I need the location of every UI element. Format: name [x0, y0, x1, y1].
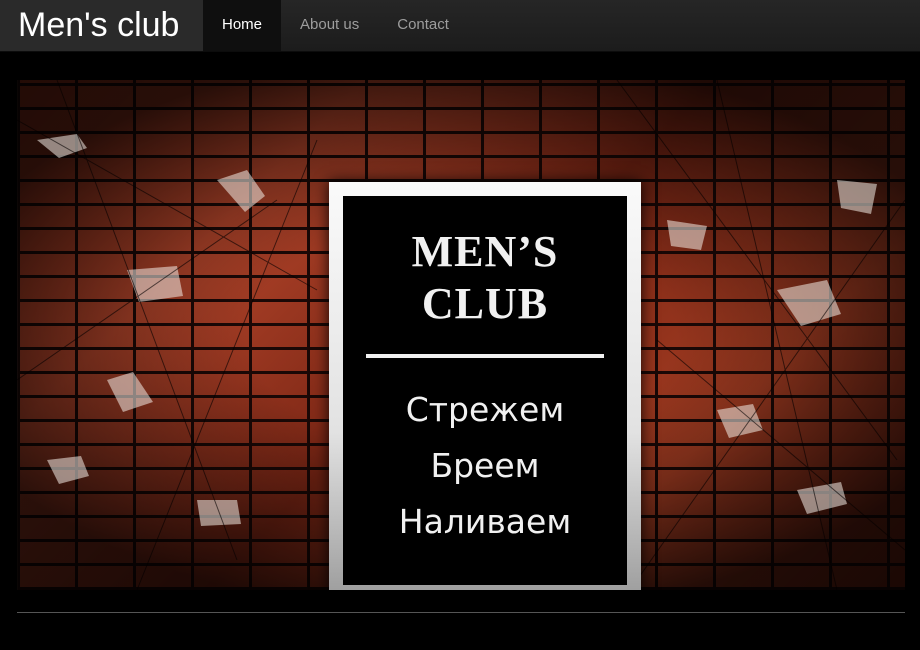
sign-service-line: Наливаем	[398, 502, 572, 541]
club-sign-frame: MEN’S CLUB Стрежем Бреем Наливаем	[329, 182, 641, 590]
sign-service-line: Стрежем	[405, 390, 565, 429]
sign-divider	[366, 354, 604, 358]
hero-brick-wall-image: MEN’S CLUB Стрежем Бреем Наливаем	[17, 80, 905, 590]
top-navbar: Men's club Home About us Contact	[0, 0, 920, 52]
sign-service-line: Бреем	[430, 446, 540, 485]
footer-divider	[17, 612, 905, 613]
nav-about-link[interactable]: About us	[281, 0, 378, 51]
sign-title: MEN’S CLUB	[411, 227, 559, 328]
nav-home-link[interactable]: Home	[203, 0, 282, 51]
brand-logo-link[interactable]: Men's club	[0, 0, 203, 51]
sign-services: Стрежем Бреем Наливаем	[343, 382, 627, 550]
nav-contact-link[interactable]: Contact	[378, 0, 468, 51]
club-sign-board: MEN’S CLUB Стрежем Бреем Наливаем	[343, 196, 627, 585]
